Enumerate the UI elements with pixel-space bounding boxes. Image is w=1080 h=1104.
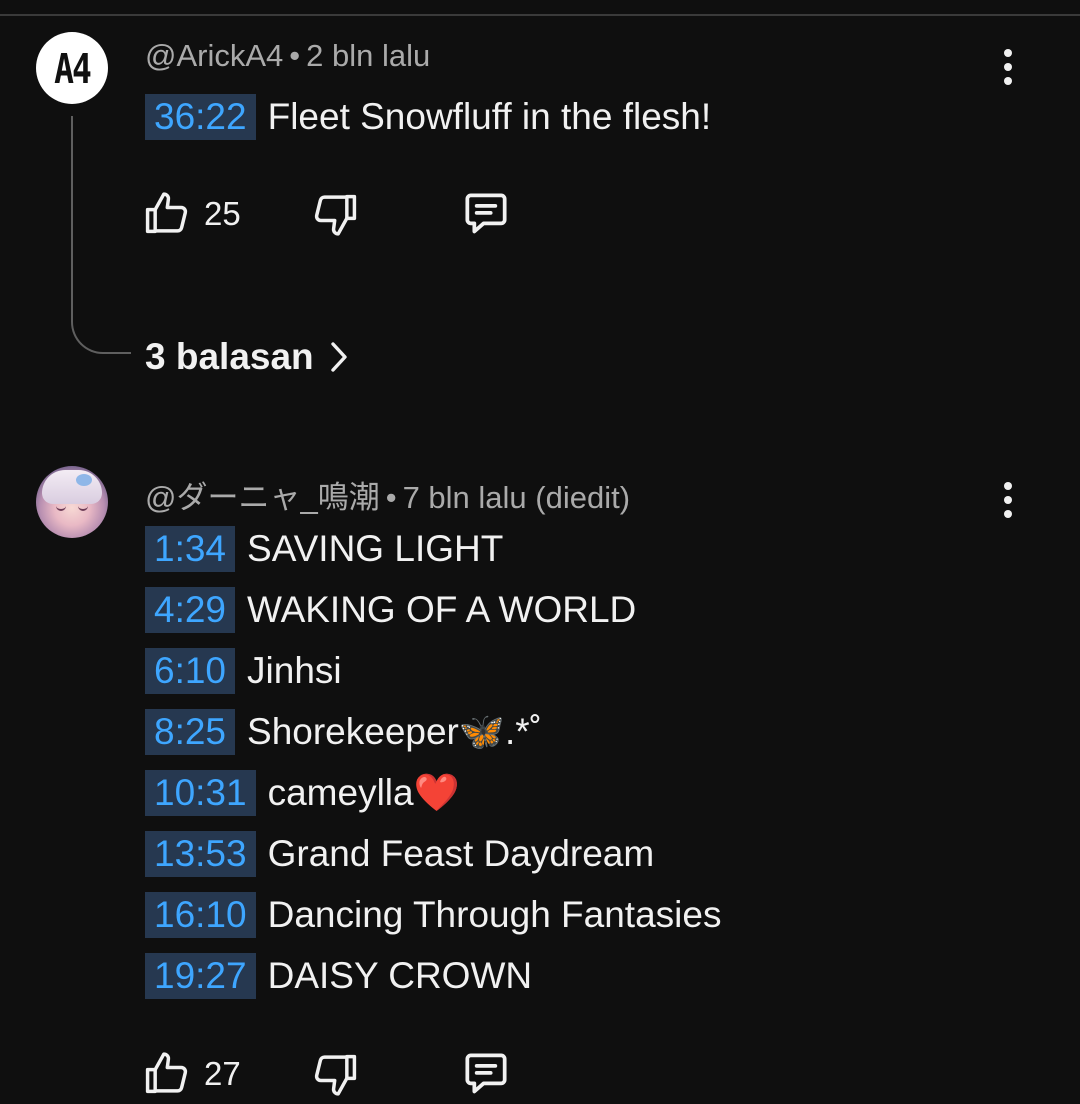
like-button[interactable]: 27: [140, 1044, 241, 1104]
comment-line: 13:53 Grand Feast Daydream: [145, 831, 654, 877]
comment-time: 7 bln lalu (diedit): [402, 480, 631, 515]
meta-separator: •: [289, 38, 301, 73]
comment-line: 1:34 SAVING LIGHT: [145, 526, 503, 572]
timestamp-link[interactable]: 36:22: [145, 94, 256, 140]
reply-button[interactable]: [458, 184, 514, 244]
timestamp-link[interactable]: 16:10: [145, 892, 256, 938]
comment-text: Jinhsi: [247, 650, 342, 691]
comment-text: WAKING OF A WORLD: [247, 589, 637, 630]
dislike-button[interactable]: [310, 1044, 362, 1104]
comment-text: Dancing Through Fantasies: [267, 894, 722, 935]
reply-comment-icon: [465, 1053, 507, 1094]
chevron-right-icon: [330, 342, 347, 372]
comment-arick: A4 @ArickA4 • 2 bln lalu 36:22 Fleet Snowfl…: [0, 0, 1080, 420]
comment-text: Fleet Snowfluff in the flesh!: [267, 96, 712, 137]
more-vert-icon[interactable]: [990, 45, 1026, 89]
comment-line: 16:10 Dancing Through Fantasies: [145, 892, 721, 938]
comment-line: 36:22 Fleet Snowfluff in the flesh!: [145, 94, 711, 140]
avatar-text: A4: [54, 43, 92, 93]
timestamp-link[interactable]: 8:25: [145, 709, 236, 755]
like-count: 25: [204, 195, 241, 232]
comment-text: Shorekeeper🦋.*˚: [247, 710, 542, 752]
timestamp-link[interactable]: 4:29: [145, 587, 236, 633]
comment-danya: @ダーニャ_鳴潮 • 7 bln lalu (diedit) 1:34 SAVING …: [0, 440, 1080, 1097]
username[interactable]: @ダーニャ_鳴潮: [145, 480, 380, 515]
comment-meta: @ダーニャ_鳴潮 • 7 bln lalu (diedit): [145, 472, 630, 517]
reply-button[interactable]: [458, 1044, 514, 1104]
timestamp-link[interactable]: 1:34: [145, 526, 236, 572]
thumbs-up-icon: [145, 192, 188, 234]
view-replies-button[interactable]: 3 balasan: [145, 334, 350, 380]
reply-comment-icon: [465, 193, 507, 234]
username[interactable]: @ArickA4: [145, 38, 283, 73]
dislike-button[interactable]: [310, 184, 362, 244]
comment-line: 19:27 DAISY CROWN: [145, 953, 532, 999]
comment-time: 2 bln lalu: [306, 38, 431, 73]
more-vert-icon[interactable]: [990, 478, 1026, 522]
comment-text: SAVING LIGHT: [247, 528, 504, 569]
comment-line: 4:29 WAKING OF A WORLD: [145, 587, 636, 633]
comment-meta: @ArickA4 • 2 bln lalu: [145, 38, 430, 74]
timestamp-link[interactable]: 6:10: [145, 648, 236, 694]
comment-line: 10:31 cameylla❤️: [145, 770, 460, 816]
thumbs-down-icon: [314, 194, 357, 236]
timestamp-link[interactable]: 19:27: [145, 953, 256, 999]
comment-text: DAISY CROWN: [267, 955, 533, 996]
timestamp-link[interactable]: 10:31: [145, 770, 256, 816]
comment-text: cameylla❤️: [267, 771, 460, 813]
reply-thread-line: [71, 116, 131, 354]
like-button[interactable]: 25: [140, 184, 241, 244]
avatar[interactable]: [36, 466, 108, 538]
timestamp-link[interactable]: 13:53: [145, 831, 256, 877]
like-count: 27: [204, 1055, 241, 1092]
comment-line: 6:10 Jinhsi: [145, 648, 342, 694]
comment-text: Grand Feast Daydream: [267, 833, 655, 874]
comment-line: 8:25 Shorekeeper🦋.*˚: [145, 709, 542, 755]
thumbs-up-icon: [145, 1052, 188, 1094]
replies-label: 3 balasan: [145, 336, 314, 377]
thumbs-down-icon: [314, 1054, 357, 1096]
meta-separator: •: [385, 480, 397, 515]
avatar[interactable]: A4: [36, 32, 108, 104]
